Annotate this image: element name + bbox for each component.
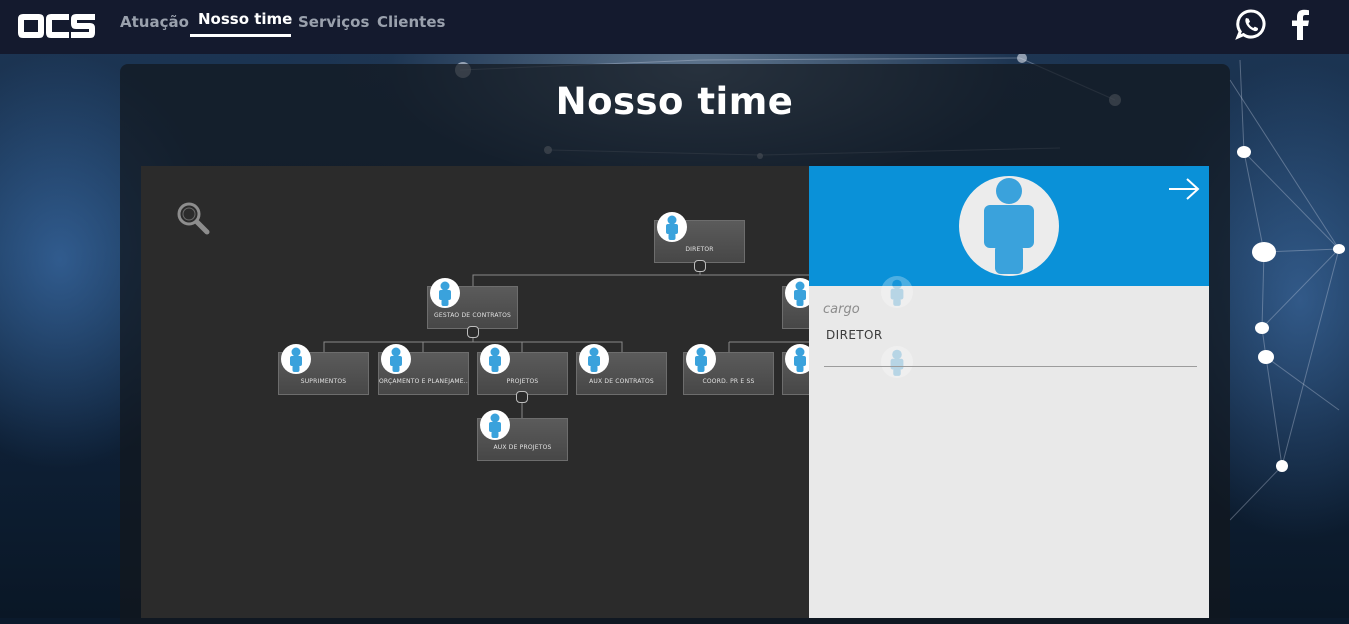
org-node-label: COORD. PR E SS: [702, 378, 755, 385]
page-title: Nosso time: [555, 80, 794, 123]
org-chart[interactable]: DIRETOR GESTÃO DE CONTRATOS SUPRIMENTOS …: [141, 166, 810, 618]
org-node-aux-projetos[interactable]: AUX DE PROJETOS: [477, 410, 568, 461]
detail-header: [809, 166, 1209, 286]
org-node-partial[interactable]: [782, 344, 810, 395]
nav-item-atuacao[interactable]: Atuação: [120, 13, 189, 31]
org-node-projetos[interactable]: PROJETOS: [477, 344, 568, 395]
org-node-gestao-contratos[interactable]: GESTÃO DE CONTRATOS: [427, 278, 518, 329]
person-avatar-icon: [480, 344, 510, 374]
collapse-toggle[interactable]: [467, 326, 479, 338]
nav-item-nosso-time[interactable]: Nosso time: [198, 10, 292, 28]
collapse-toggle[interactable]: [516, 391, 528, 403]
org-node-label: PROJETOS: [506, 378, 539, 385]
person-avatar-icon: [480, 410, 510, 440]
field-underline: [824, 366, 1197, 367]
person-avatar-icon: [686, 344, 716, 374]
person-avatar-icon: [281, 344, 311, 374]
org-node-label: ORÇAMENTO E PLANEJAME...: [379, 378, 468, 385]
nav-item-servicos[interactable]: Serviços: [298, 13, 369, 31]
person-avatar-icon: [381, 344, 411, 374]
org-node-aux-contratos[interactable]: AUX DE CONTRATOS: [576, 344, 667, 395]
org-node-partial[interactable]: [782, 278, 810, 329]
org-node-label: SUPRIMENTOS: [300, 378, 347, 385]
org-node-label: GESTÃO DE CONTRATOS: [433, 312, 512, 319]
active-nav-underline: [190, 34, 291, 37]
ghost-node-avatar: [881, 276, 913, 312]
member-detail-panel: cargo DIRETOR: [809, 166, 1209, 618]
org-node-diretor[interactable]: DIRETOR: [654, 212, 745, 263]
ghost-node-avatar: [881, 346, 913, 382]
org-node-label: DIRETOR: [685, 246, 714, 253]
person-avatar-icon: [785, 278, 810, 308]
facebook-icon[interactable]: [1289, 8, 1311, 46]
nav-item-clientes[interactable]: Clientes: [377, 13, 445, 31]
org-node-coord[interactable]: COORD. PR E SS: [683, 344, 774, 395]
person-avatar-icon: [785, 344, 810, 374]
person-avatar-icon: [430, 278, 460, 308]
field-value-cargo: DIRETOR: [826, 328, 883, 342]
whatsapp-icon[interactable]: [1235, 8, 1267, 46]
person-avatar-icon: [579, 344, 609, 374]
close-panel-arrow-icon[interactable]: [1167, 176, 1201, 206]
org-node-orcamento[interactable]: ORÇAMENTO E PLANEJAME...: [378, 344, 469, 395]
org-node-suprimentos[interactable]: SUPRIMENTOS: [278, 344, 369, 395]
collapse-toggle[interactable]: [694, 260, 706, 272]
org-node-label: AUX DE CONTRATOS: [589, 378, 654, 385]
field-label-cargo: cargo: [823, 302, 860, 317]
person-avatar-icon: [657, 212, 687, 242]
org-node-label: AUX DE PROJETOS: [493, 444, 552, 451]
person-avatar-icon: [959, 176, 1059, 276]
ocs-logo[interactable]: [17, 10, 97, 42]
top-navigation-bar: Atuação Nosso time Serviços Clientes: [0, 0, 1349, 54]
